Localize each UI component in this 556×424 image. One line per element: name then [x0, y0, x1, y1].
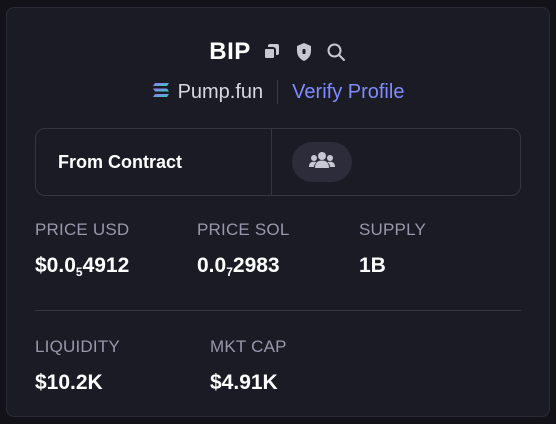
- from-contract-label: From Contract: [36, 129, 272, 195]
- mkt-cap-value: $4.91K: [210, 371, 278, 394]
- token-symbol: BIP: [209, 38, 251, 65]
- contract-actions: [272, 129, 520, 195]
- pumpfun-logo-icon: [152, 81, 170, 104]
- stat-liquidity: LIQUIDITY $10.2K: [35, 337, 210, 395]
- stat-supply: SUPPLY 1B: [359, 220, 521, 279]
- stats-row-market: LIQUIDITY $10.2K MKT CAP $4.91K: [35, 337, 521, 395]
- stat-mkt-cap: MKT CAP $4.91K: [210, 337, 385, 395]
- platform-link[interactable]: Pump.fun: [152, 80, 264, 104]
- contract-box: From Contract: [35, 128, 521, 196]
- stat-label: PRICE USD: [35, 220, 130, 239]
- users-icon: [308, 150, 336, 175]
- copy-icon[interactable]: [261, 41, 283, 63]
- stat-price-usd: PRICE USD $0.054912: [35, 220, 197, 279]
- stat-label: SUPPLY: [359, 220, 427, 239]
- supply-value: 1B: [359, 254, 386, 277]
- stat-label: PRICE SOL: [197, 220, 290, 239]
- price-usd-value: $0.054912: [35, 254, 130, 279]
- token-info-card: BIP Pump.fun Verify Profile From Contrac…: [6, 7, 550, 417]
- stat-label: MKT CAP: [210, 337, 287, 356]
- shield-icon[interactable]: [293, 41, 315, 63]
- search-icon[interactable]: [325, 41, 347, 63]
- stats-row-prices: PRICE USD $0.054912 PRICE SOL 0.072983 S…: [35, 220, 521, 279]
- verify-profile-link[interactable]: Verify Profile: [292, 81, 404, 104]
- token-title-row: BIP: [7, 38, 549, 66]
- stat-price-sol: PRICE SOL 0.072983: [197, 220, 359, 279]
- token-subtitle-row: Pump.fun Verify Profile: [7, 80, 549, 104]
- subtitle-divider: [277, 80, 279, 104]
- holders-button[interactable]: [292, 142, 352, 182]
- price-sol-value: 0.072983: [197, 254, 280, 279]
- platform-name: Pump.fun: [177, 80, 264, 103]
- liquidity-value: $10.2K: [35, 371, 103, 394]
- stat-label: LIQUIDITY: [35, 337, 120, 356]
- stats-divider: [35, 310, 521, 311]
